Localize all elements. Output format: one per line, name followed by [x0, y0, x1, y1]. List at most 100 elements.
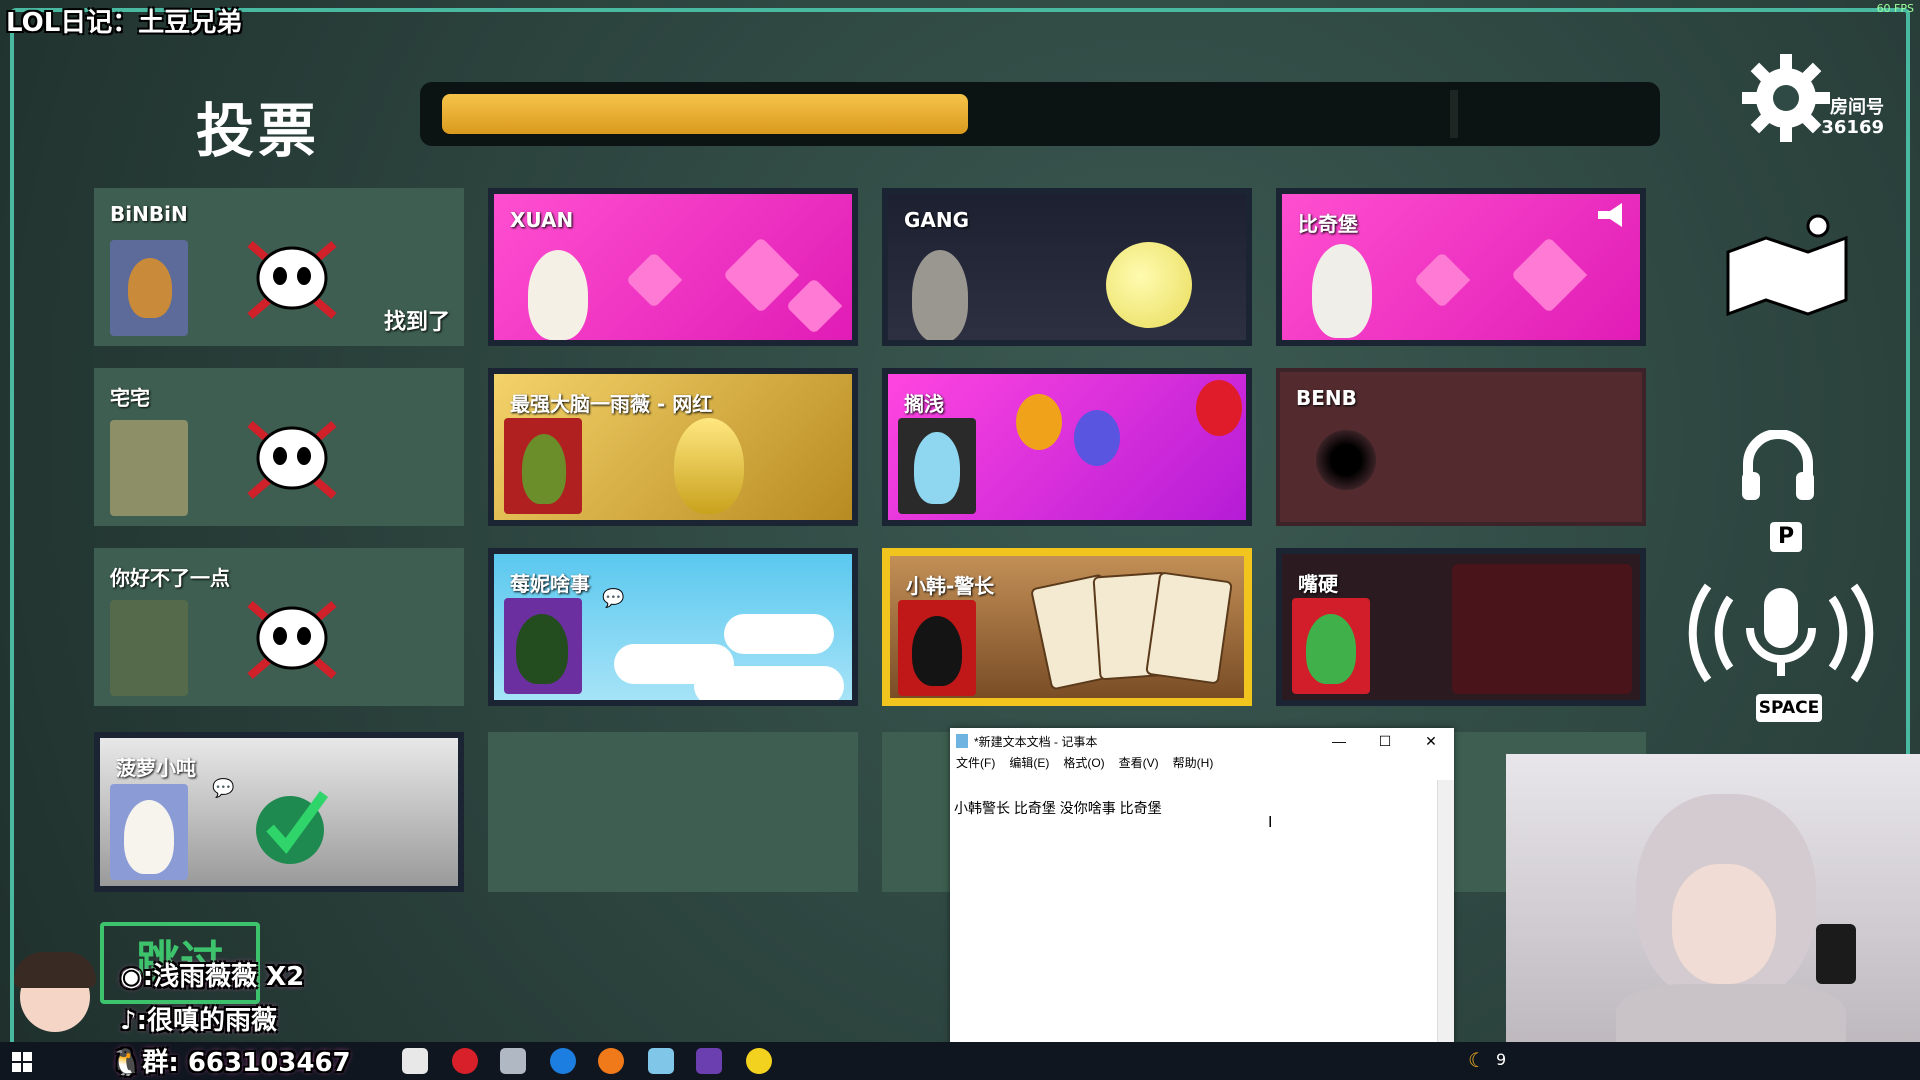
vote-timer-bar — [420, 82, 1660, 146]
qq-group-text: 群: 663103467 — [142, 1048, 351, 1078]
bullet-hole-decoration — [1316, 430, 1376, 490]
vote-title: 投票 — [196, 97, 321, 165]
player-avatar — [110, 240, 188, 336]
player-card-benb[interactable]: BENB — [1276, 368, 1646, 526]
heart-decoration — [785, 277, 843, 335]
qq-group-number: 🐧群: 663103467 — [110, 1042, 351, 1079]
heart-decoration — [1413, 251, 1471, 309]
player-card-zuiying[interactable]: 嘴硬 — [1276, 548, 1646, 706]
empty-slot — [488, 732, 858, 892]
room-label-text: 房间号 — [1830, 97, 1884, 118]
heart-decoration — [722, 236, 800, 314]
menu-edit[interactable]: 编辑(E) — [1009, 754, 1049, 774]
golden-egg-decoration — [674, 418, 744, 514]
player-avatar — [898, 418, 976, 514]
notepad-taskbar-icon[interactable] — [648, 1048, 674, 1074]
balloon-decoration — [1016, 394, 1062, 450]
netease-music-icon[interactable] — [452, 1048, 478, 1074]
qq-icon: 🐧 — [110, 1048, 143, 1078]
player-avatar — [1292, 598, 1370, 694]
room-number: 36169 — [1821, 117, 1884, 138]
speech-bubble-icon: 💬 — [212, 778, 235, 799]
heart-decoration — [625, 251, 683, 309]
qq-browser-icon[interactable] — [550, 1048, 576, 1074]
close-button[interactable]: ✕ — [1408, 733, 1454, 750]
clock-partial: 9 — [1496, 1050, 1507, 1069]
dead-skull-icon — [247, 420, 337, 500]
player-name: 嘴硬 — [1298, 572, 1338, 596]
notepad-scrollbar[interactable] — [1437, 780, 1454, 1080]
player-name: 比奇堡 — [1298, 212, 1358, 236]
taskbar-app-icon[interactable] — [696, 1048, 722, 1074]
player-avatar — [504, 598, 582, 694]
text-cursor-icon: I — [1268, 814, 1273, 831]
stream-title: LOL日记：土豆兄弟 — [6, 8, 243, 38]
push-to-talk-key: P — [1770, 522, 1802, 552]
vote-timer-marker — [1450, 90, 1458, 138]
player-avatar — [504, 418, 582, 514]
fps-counter: 60 FPS — [1876, 2, 1914, 15]
microphone-icon[interactable] — [1684, 578, 1878, 688]
player-name: BiNBiN — [110, 202, 188, 226]
player-name: 莓妮啥事 — [510, 572, 590, 596]
minimize-button[interactable]: — — [1316, 733, 1362, 749]
player-card-gang[interactable]: GANG — [882, 188, 1252, 346]
notepad-text-area[interactable]: 小韩警长 比奇堡 没你啥事 比奇堡 — [954, 798, 1162, 818]
player-avatar — [1312, 244, 1372, 338]
windows-start-icon[interactable] — [12, 1052, 32, 1072]
menu-format[interactable]: 格式(O) — [1063, 754, 1104, 774]
notepad-titlebar[interactable]: *新建文本文档 - 记事本 — ☐ ✕ — [950, 728, 1454, 754]
douyin-icon: ♪ — [120, 1006, 137, 1036]
player-avatar — [898, 600, 976, 696]
weibo-text: :浅雨薇薇 X2 — [142, 962, 305, 992]
machine-decoration — [1452, 564, 1632, 694]
settings-gear-icon[interactable] — [1740, 52, 1832, 144]
player-name: 最强大脑一雨薇 - 网红 — [510, 392, 713, 416]
taskbar-app-icon[interactable] — [402, 1048, 428, 1074]
douyin-handle: ♪:很嗔的雨薇 — [120, 1000, 277, 1037]
player-card-yuwei[interactable]: 最强大脑一雨薇 - 网红 — [488, 368, 858, 526]
night-mode-icon[interactable]: ☾ — [1468, 1048, 1486, 1072]
dead-skull-icon — [247, 600, 337, 680]
heart-decoration — [1510, 236, 1588, 314]
taskbar-app-icon[interactable] — [746, 1048, 772, 1074]
player-avatar — [110, 420, 188, 516]
maximize-button[interactable]: ☐ — [1362, 733, 1408, 750]
webcam-feed — [1506, 754, 1920, 1080]
player-card-nihao[interactable]: 你好不了一点 — [94, 548, 464, 706]
player-card-boluo[interactable]: 菠萝小吨 💬 — [94, 732, 464, 892]
notepad-window[interactable]: *新建文本文档 - 记事本 — ☐ ✕ 文件(F) 编辑(E) 格式(O) 查看… — [950, 728, 1454, 1080]
anime-mascot — [0, 952, 110, 1042]
taskbar-app-icon[interactable] — [598, 1048, 624, 1074]
player-name: 搁浅 — [904, 392, 944, 416]
menu-file[interactable]: 文件(F) — [956, 754, 995, 774]
taskbar-app-icon[interactable] — [500, 1048, 526, 1074]
player-card-geqian[interactable]: 搁浅 — [882, 368, 1252, 526]
player-card-zhaizhai[interactable]: 宅宅 — [94, 368, 464, 526]
player-card-bikibao[interactable]: 比奇堡 — [1276, 188, 1646, 346]
balloon-decoration — [1074, 410, 1120, 466]
menu-help[interactable]: 帮助(H) — [1173, 754, 1214, 774]
map-icon[interactable] — [1722, 212, 1852, 316]
player-name: 宅宅 — [110, 386, 150, 410]
douyin-text: :很嗔的雨薇 — [136, 1006, 277, 1036]
windows-taskbar: 🐧群: 663103467 ☾ 9 — [0, 1042, 1920, 1080]
headphones-icon[interactable] — [1740, 430, 1816, 502]
player-card-xiaohan[interactable]: 小韩-警长 — [882, 548, 1252, 706]
player-name: 小韩-警长 — [906, 574, 995, 598]
megaphone-icon — [1598, 203, 1622, 227]
player-card-binbin[interactable]: BiNBiN 找到了 — [94, 188, 464, 346]
player-name: 菠萝小吨 — [116, 756, 196, 780]
player-name: BENB — [1296, 386, 1357, 410]
player-card-xuan[interactable]: XUAN — [488, 188, 858, 346]
notepad-title: *新建文本文档 - 记事本 — [974, 734, 1098, 749]
notepad-menu-bar: 文件(F) 编辑(E) 格式(O) 查看(V) 帮助(H) — [950, 754, 1454, 774]
player-card-meini[interactable]: 莓妮啥事 💬 — [488, 548, 858, 706]
voice-key: SPACE — [1756, 694, 1822, 722]
player-name: XUAN — [510, 208, 574, 232]
body-found-label: 找到了 — [383, 310, 450, 335]
vote-check-icon — [256, 791, 329, 864]
moon-decoration — [1106, 242, 1192, 328]
menu-view[interactable]: 查看(V) — [1119, 754, 1159, 774]
playing-card-decoration — [1145, 571, 1233, 685]
